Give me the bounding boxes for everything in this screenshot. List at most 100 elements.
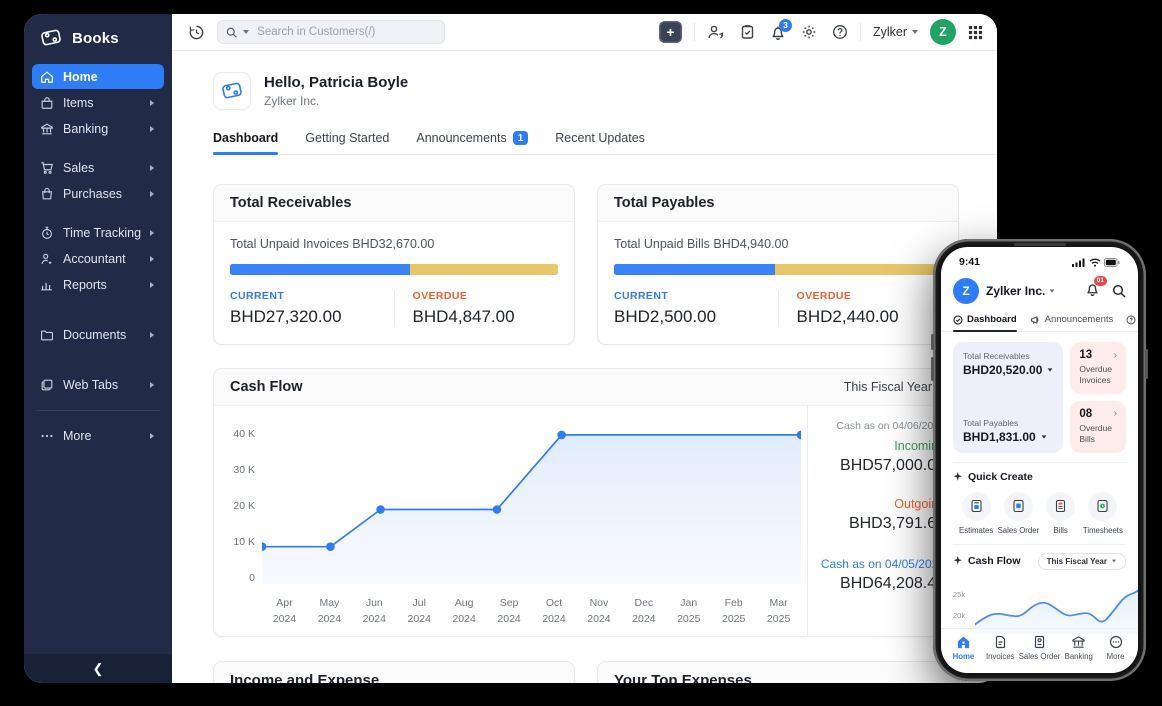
phone-cash-flow-chart: 25k 20k: [953, 576, 1138, 634]
phone-nav-sales-order: Sales Order: [1019, 635, 1060, 661]
card-title: Cash Flow: [230, 379, 303, 395]
quick-create-estimates: Estimates: [955, 491, 997, 535]
phone-screen: 9:41 Z Zylker Inc. 01 Dashboard Announce…: [941, 247, 1138, 673]
tab-getting-started[interactable]: Getting Started: [305, 131, 389, 154]
sidebar-item-banking[interactable]: Banking: [32, 116, 164, 141]
phone-receivables-payables-card: Total Receivables BHD20,520.00 Total Pay…: [953, 342, 1064, 453]
phone-bottom-nav: Home Invoices Sales Order Banking More: [941, 628, 1138, 673]
sidebar-item-label: Documents: [63, 327, 127, 342]
dashboard-content: Hello, Patricia Boyle Zylker Inc. Dashbo…: [172, 51, 997, 683]
org-selector[interactable]: Zylker: [873, 25, 918, 39]
x-axis-labels: Apr 2024 May 2024 Jun 2024 Jul 2024 Aug 20…: [272, 597, 791, 625]
web-tabs-icon: [41, 379, 53, 390]
sidebar-item-label: Web Tabs: [63, 377, 119, 392]
incoming-label: Incoming: [894, 439, 945, 453]
quick-create-title: Quick Create: [968, 470, 1033, 483]
topbar-divider: [859, 23, 861, 41]
quick-create-bills: Bills: [1040, 491, 1082, 535]
notification-badge: 3: [778, 18, 792, 32]
incoming-value: BHD57,000.00: [840, 457, 945, 474]
payables-progress-bar: [614, 264, 942, 275]
sidebar-item-more[interactable]: More: [32, 423, 164, 448]
tab-dashboard[interactable]: Dashboard: [213, 131, 279, 155]
search-input[interactable]: [255, 25, 436, 39]
receivables-bar-current: [230, 264, 411, 275]
recent-history-icon[interactable]: [188, 24, 205, 41]
sidebar-collapse-button[interactable]: ❮: [24, 654, 172, 683]
settings-gear-icon[interactable]: [801, 24, 817, 40]
status-time: 9:41: [959, 256, 981, 268]
sidebar-item-label: Items: [63, 95, 94, 110]
app-window: Books Home Items Banking Sales Purchases…: [24, 14, 997, 683]
sidebar-item-reports[interactable]: Reports: [32, 272, 164, 297]
phone-quick-create: Quick Create Estimates Sales Order Bills: [941, 463, 1138, 544]
battery-icon: [1104, 257, 1120, 267]
greeting-block: Hello, Patricia Boyle Zylker Inc.: [213, 72, 960, 110]
overdue-value: BHD2,440.00: [796, 307, 899, 326]
sidebar-item-sales[interactable]: Sales: [32, 155, 164, 180]
help-icon[interactable]: [832, 24, 848, 40]
bank-icon: [41, 123, 53, 134]
phone-overdue-bills-card: 08 › Overdue Bills: [1070, 400, 1126, 453]
global-search[interactable]: [217, 20, 445, 44]
y-tick-label: 20k: [953, 610, 966, 620]
overdue-invoices-label: Overdue Invoices: [1079, 364, 1112, 386]
app-title: Books: [72, 29, 119, 47]
home-icon: [41, 71, 53, 83]
more-circle-icon: [1109, 635, 1122, 649]
collapse-chevron-icon: ❮: [92, 660, 104, 676]
topbar: + 3: [172, 14, 997, 51]
chevron-right-icon: [150, 190, 154, 197]
sidebar-item-web-tabs[interactable]: Web Tabs: [32, 372, 164, 397]
tab-recent-updates[interactable]: Recent Updates: [555, 131, 645, 154]
sidebar-item-label: Banking: [63, 121, 109, 136]
sidebar-item-documents[interactable]: Documents: [32, 322, 164, 347]
search-scope-caret-icon[interactable]: [243, 30, 250, 34]
sidebar-item-accountant[interactable]: Accountant: [32, 246, 164, 271]
topbar-icon-group: 3: [707, 18, 848, 41]
total-receivables-card: Total Receivables Total Unpaid Invoices …: [213, 184, 575, 345]
timesheets-doc-icon: [1097, 500, 1108, 513]
sidebar-item-purchases[interactable]: Purchases: [32, 181, 164, 206]
receivables-progress-bar: [230, 264, 558, 275]
sidebar-item-items[interactable]: Items: [32, 90, 164, 115]
outgoing-label: Outgoing: [894, 497, 945, 511]
phone-payables-label: Total Payables: [963, 417, 1019, 428]
phone-mockup: 9:41 Z Zylker Inc. 01 Dashboard Announce…: [931, 239, 1148, 681]
apps-grid-icon[interactable]: [968, 25, 983, 40]
sidebar-item-label: More: [63, 428, 92, 443]
sidebar-item-label: Sales: [63, 160, 95, 175]
screenshot-canvas: Books Home Items Banking Sales Purchases…: [0, 0, 1162, 706]
megaphone-icon: [1030, 315, 1039, 324]
estimates-doc-icon: [971, 500, 982, 513]
phone-tabs: Dashboard Announcements Help: [941, 310, 1138, 332]
referral-users-icon[interactable]: [707, 24, 725, 40]
chevron-right-icon: ›: [1113, 349, 1117, 361]
fiscal-year-dropdown[interactable]: This Fiscal Year: [844, 380, 943, 394]
receivables-summary: Total Unpaid Invoices BHD32,670.00: [230, 237, 435, 251]
user-avatar[interactable]: Z: [930, 19, 956, 45]
search-icon: [226, 27, 237, 38]
quick-create-button[interactable]: +: [658, 21, 682, 43]
chevron-right-icon: [150, 381, 154, 388]
phone-nav-home: Home: [945, 635, 982, 661]
notifications-bell-icon[interactable]: 3: [770, 18, 792, 41]
tasks-clipboard-icon[interactable]: [740, 24, 755, 40]
chevron-down-icon: [1111, 559, 1117, 563]
chevron-down-icon: [912, 30, 918, 34]
sales-order-icon: [1034, 635, 1045, 649]
sidebar-item-home[interactable]: Home: [32, 64, 164, 89]
y-axis-labels: 40 K 30 K 20 K 10 K 0: [233, 428, 255, 584]
phone-cash-flow-title: Cash Flow: [968, 555, 1021, 568]
card-title: Income and Expense: [214, 661, 574, 683]
overdue-bills-count: 08: [1079, 407, 1093, 420]
chevron-right-icon: [150, 99, 154, 106]
closing-balance-link[interactable]: Cash as on 04/05/2025: [816, 557, 945, 571]
chevron-right-icon: [150, 281, 154, 288]
phone-volume-button: [931, 334, 934, 350]
tab-announcements[interactable]: Announcements 1: [416, 131, 529, 154]
sidebar-item-time-tracking[interactable]: Time Tracking: [32, 220, 164, 245]
bar-chart-icon: [41, 282, 52, 290]
phone-overdue-invoices-card: 13 › Overdue Invoices: [1070, 342, 1126, 394]
phone-nav-banking: Banking: [1060, 635, 1097, 661]
